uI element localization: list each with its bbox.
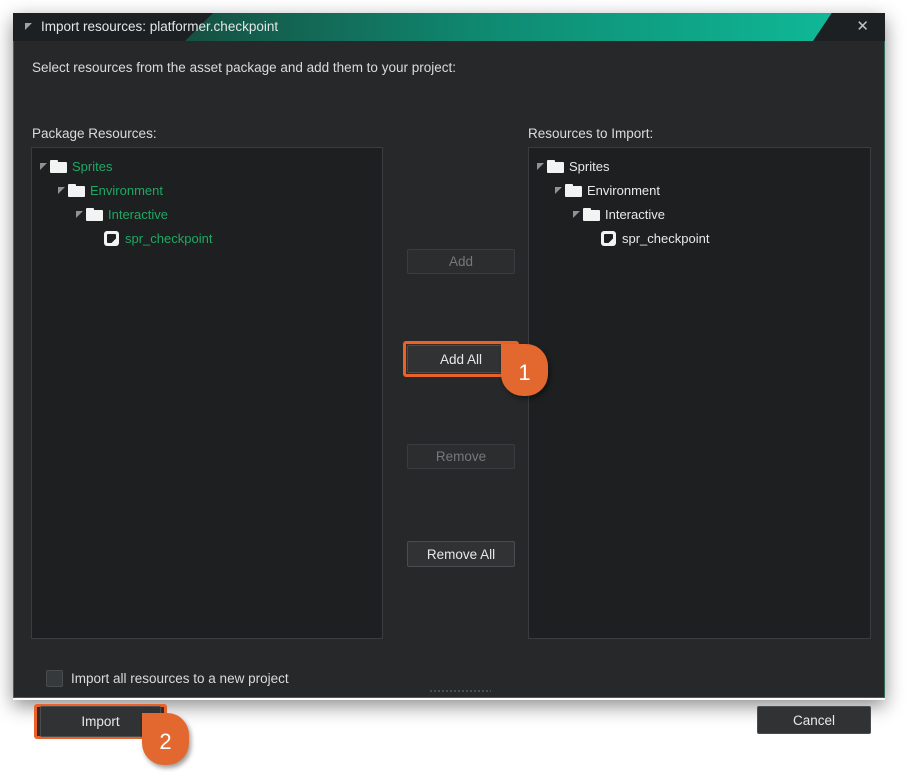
tree-row[interactable]: Environment <box>32 178 382 202</box>
sprite-icon <box>601 230 616 246</box>
close-button[interactable]: ✕ <box>813 13 885 41</box>
tree-row[interactable]: Interactive <box>529 202 870 226</box>
resize-grip[interactable] <box>429 689 491 694</box>
tree-row[interactable]: Environment <box>529 178 870 202</box>
dialog-title: Import resources: platformer.checkpoint <box>41 19 279 34</box>
tree-item-label: Sprites <box>569 158 610 174</box>
tree-row[interactable]: spr_checkpoint <box>529 226 870 250</box>
folder-icon <box>547 159 564 173</box>
sprite-icon <box>104 230 119 246</box>
resources-to-import-label: Resources to Import: <box>528 126 654 141</box>
expand-triangle-icon[interactable] <box>537 162 544 170</box>
tree-item-label: Sprites <box>72 158 113 174</box>
resources-to-import-tree[interactable]: Sprites Environment Interactive spr_checkpo… <box>528 147 871 639</box>
add-all-button[interactable]: Add All <box>407 345 515 373</box>
expand-triangle-icon[interactable] <box>555 186 562 194</box>
add-button[interactable]: Add <box>407 249 515 274</box>
tree-row[interactable]: Sprites <box>32 154 382 178</box>
tree-item-label: Environment <box>90 182 163 198</box>
expand-triangle-icon[interactable] <box>58 186 65 194</box>
tree-item-label: spr_checkpoint <box>125 230 213 246</box>
tree-item-label: spr_checkpoint <box>622 230 710 246</box>
import-to-new-project-label[interactable]: Import all resources to a new project <box>71 670 289 687</box>
import-resources-dialog: Import resources: platformer.checkpoint … <box>13 13 885 739</box>
tree-item-label: Interactive <box>605 206 665 222</box>
tree-item-label: Interactive <box>108 206 168 222</box>
package-resources-tree[interactable]: Sprites Environment Interactive spr_checkpo… <box>31 147 383 639</box>
dialog-body: Select resources from the asset package … <box>13 41 885 739</box>
instructions-text: Select resources from the asset package … <box>32 60 456 75</box>
import-to-new-project-checkbox[interactable] <box>46 670 63 687</box>
tree-item-label: Environment <box>587 182 660 198</box>
expand-triangle-icon[interactable] <box>40 162 47 170</box>
package-resources-label: Package Resources: <box>32 126 157 141</box>
expand-triangle-icon[interactable] <box>76 210 83 218</box>
folder-icon <box>68 183 85 197</box>
remove-button[interactable]: Remove <box>407 444 515 469</box>
tree-row[interactable]: Interactive <box>32 202 382 226</box>
folder-icon <box>50 159 67 173</box>
callout-badge-2: 2 <box>142 713 189 765</box>
folder-icon <box>583 207 600 221</box>
close-icon: ✕ <box>856 18 869 35</box>
folder-icon <box>86 207 103 221</box>
tree-row[interactable]: spr_checkpoint <box>32 226 382 250</box>
cancel-button[interactable]: Cancel <box>757 706 871 734</box>
tree-row[interactable]: Sprites <box>529 154 870 178</box>
expand-triangle-icon[interactable] <box>573 210 580 218</box>
dialog-title-bar: Import resources: platformer.checkpoint … <box>13 13 885 41</box>
callout-badge-1: 1 <box>501 344 548 396</box>
folder-icon <box>565 183 582 197</box>
remove-all-button[interactable]: Remove All <box>407 541 515 567</box>
collapse-triangle-icon[interactable] <box>25 23 32 30</box>
